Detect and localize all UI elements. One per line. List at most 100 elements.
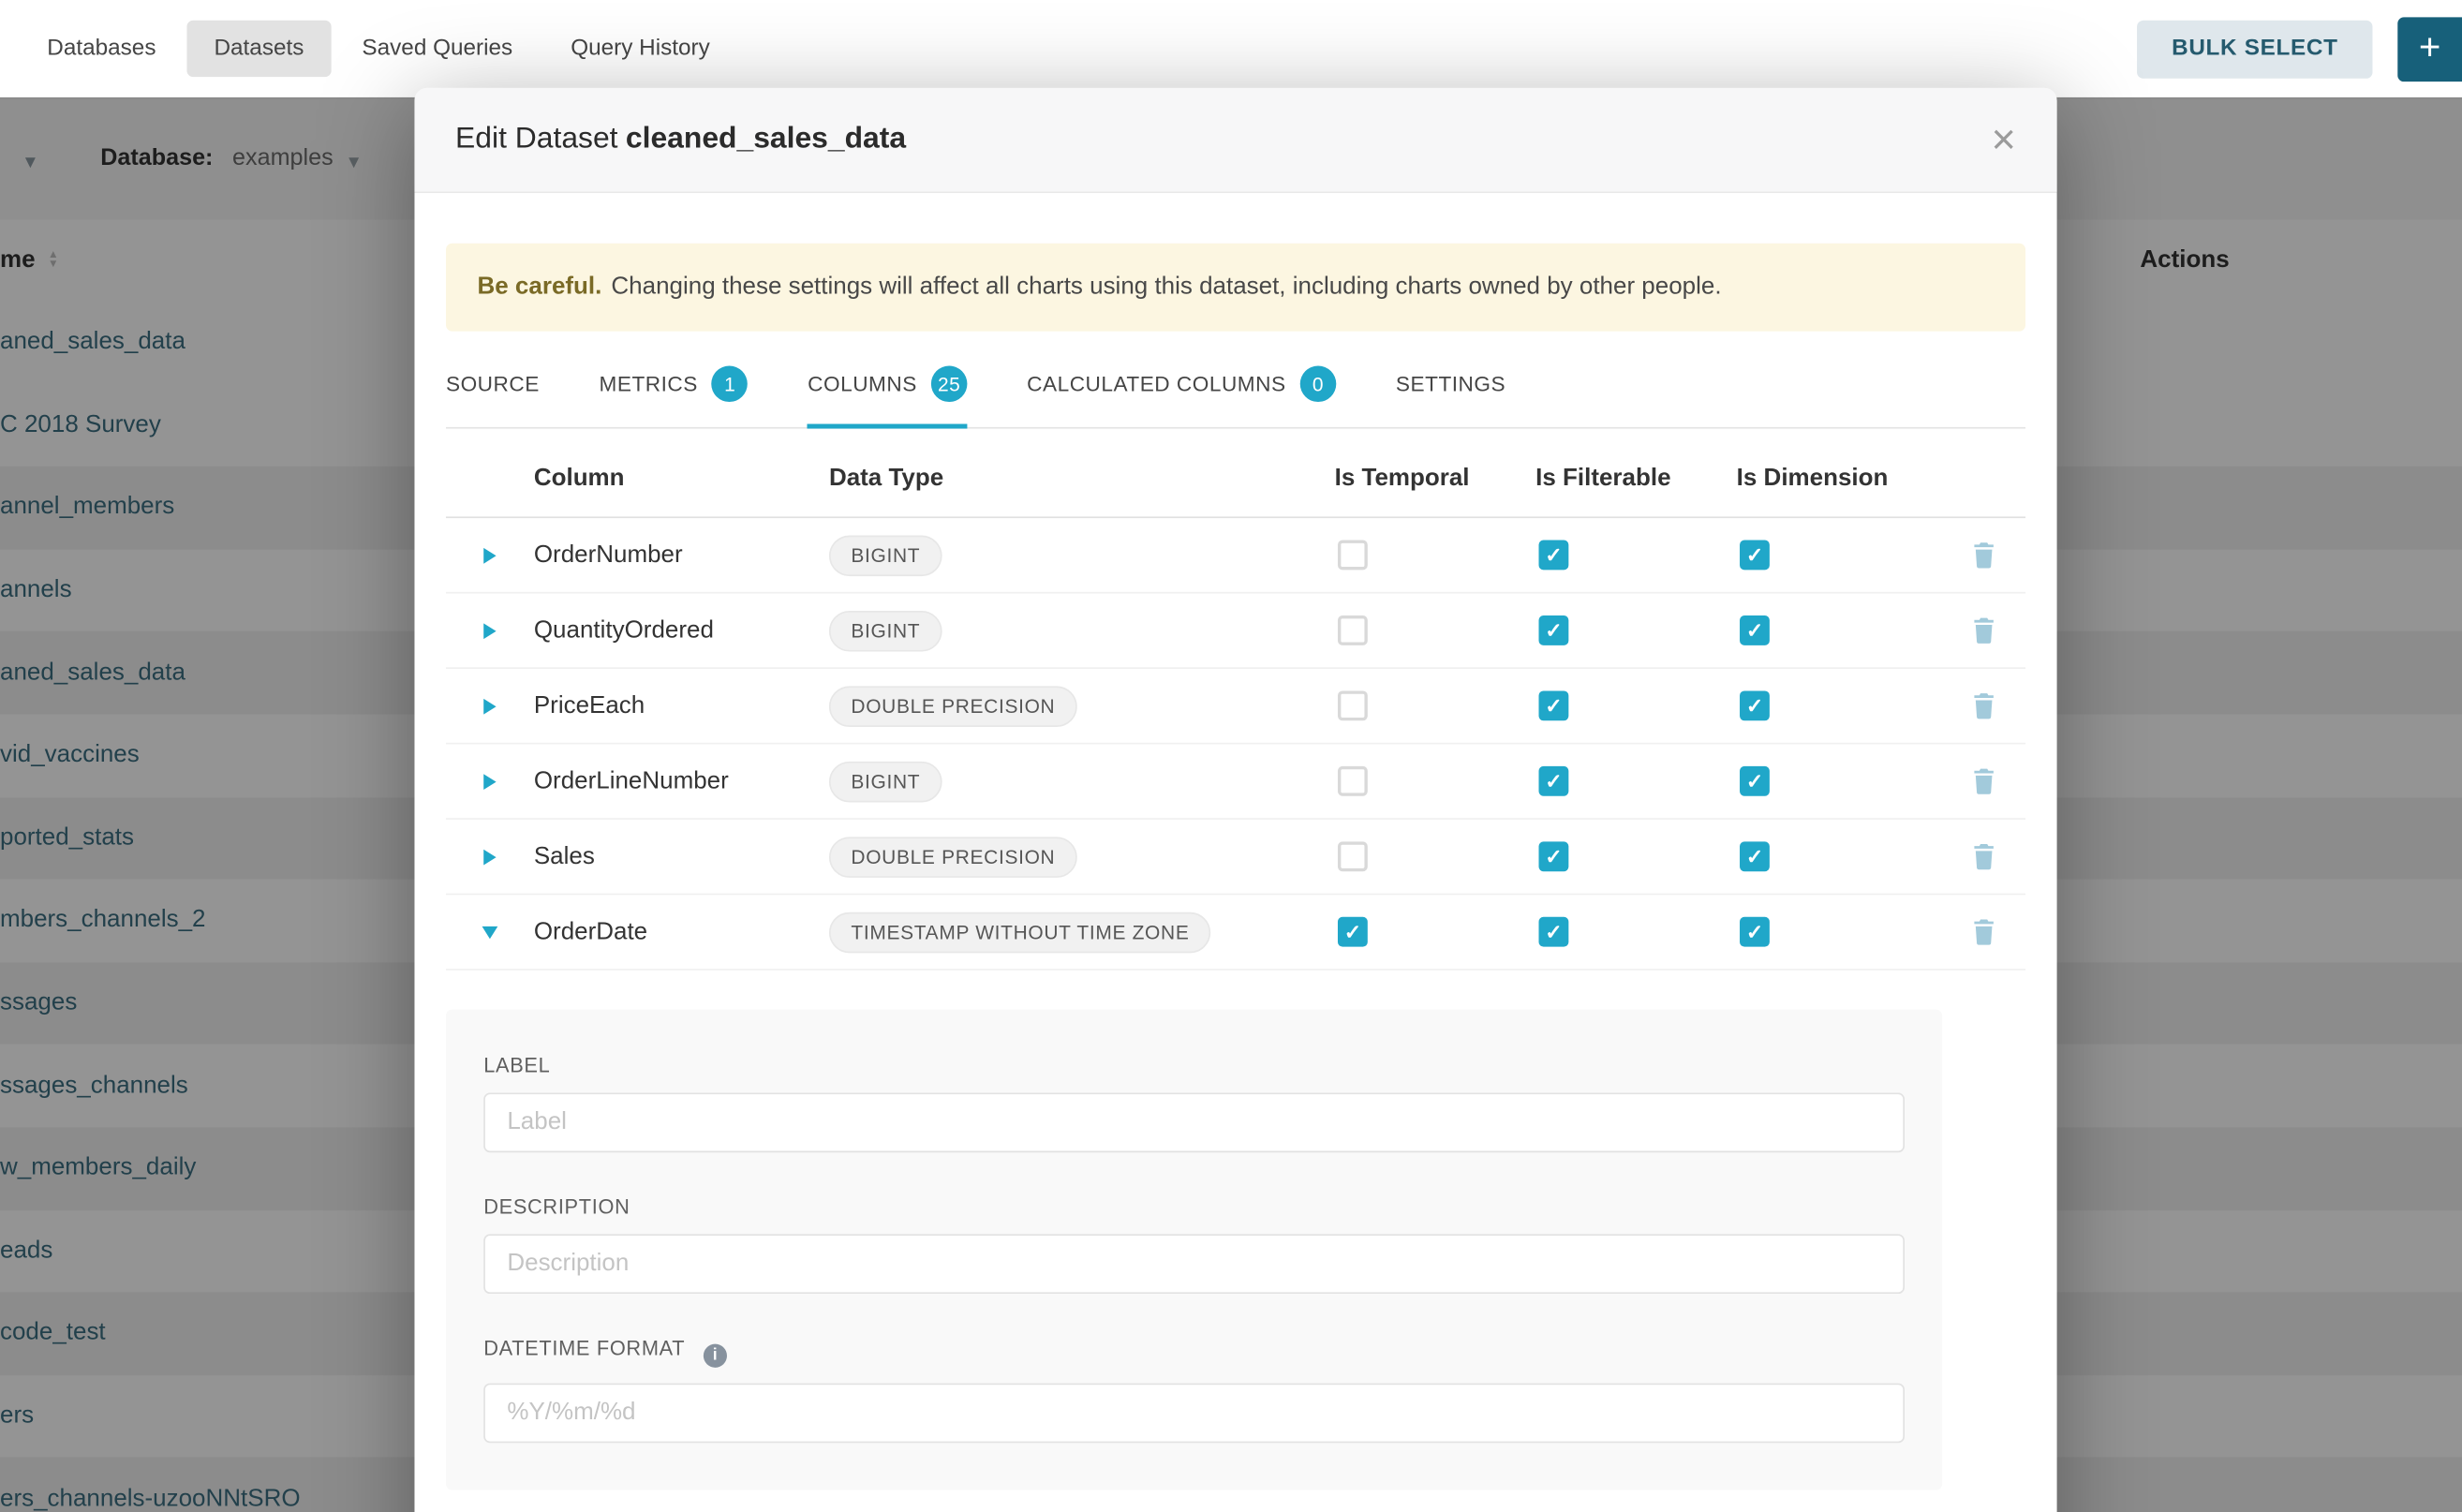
trash-icon[interactable]: [1941, 843, 2026, 869]
is-dimension-checkbox[interactable]: ✓: [1740, 690, 1770, 720]
is-temporal-checkbox[interactable]: [1338, 690, 1368, 720]
is-filterable-checkbox[interactable]: ✓: [1538, 615, 1568, 645]
modal-title-dataset-name: cleaned_sales_data: [626, 123, 906, 156]
close-icon[interactable]: ×: [1992, 119, 2016, 161]
expand-caret-icon[interactable]: [483, 773, 496, 789]
data-type-pill: DOUBLE PRECISION: [829, 836, 1077, 877]
plus-icon: +: [2419, 30, 2440, 67]
expand-caret-icon[interactable]: [483, 849, 496, 865]
trash-icon[interactable]: [1941, 692, 2026, 719]
label-field-group: LABEL: [483, 1054, 1905, 1153]
column-name: PriceEach: [534, 691, 829, 719]
add-dataset-button[interactable]: +: [2397, 17, 2462, 82]
modal-tabs: SOURCE METRICS 1 COLUMNS 25 CALCULATED COLUMN…: [446, 332, 2025, 429]
datetime-format-input[interactable]: [483, 1383, 1905, 1443]
trash-icon[interactable]: [1941, 617, 2026, 644]
data-type-pill: BIGINT: [829, 610, 942, 651]
is-temporal-checkbox[interactable]: [1338, 615, 1368, 645]
tab-label: COLUMNS: [808, 372, 917, 395]
expand-caret-icon[interactable]: [483, 623, 496, 639]
description-field-group: DESCRIPTION: [483, 1194, 1905, 1294]
warning-banner-text: Changing these settings will affect all …: [611, 274, 1721, 302]
column-name: OrderNumber: [534, 541, 829, 569]
edit-dataset-modal: Edit Dataset cleaned_sales_data × Be care…: [414, 88, 2056, 1512]
label-input[interactable]: [483, 1093, 1905, 1153]
tab-calculated-columns[interactable]: CALCULATED COLUMNS0: [1027, 366, 1336, 429]
header-is-temporal: Is Temporal: [1335, 465, 1536, 493]
tab-source[interactable]: SOURCE: [446, 366, 540, 429]
column-name: QuantityOrdered: [534, 616, 829, 645]
tab-metrics[interactable]: METRICS 1: [600, 366, 749, 429]
modal-title: Edit Dataset cleaned_sales_data: [455, 123, 906, 157]
is-dimension-checkbox[interactable]: ✓: [1740, 541, 1770, 571]
column-row-orderdate: OrderDateTIMESTAMP WITHOUT TIME ZONE ✓ ✓ ✓: [446, 895, 2025, 970]
is-dimension-checkbox[interactable]: ✓: [1740, 766, 1770, 796]
tab-count-badge: 1: [712, 366, 749, 403]
column-row-orderlinenumber: OrderLineNumberBIGINT ✓ ✓: [446, 744, 2025, 819]
modal-body: Be careful. Changing these settings will…: [414, 244, 2056, 1490]
column-row-sales: SalesDOUBLE PRECISION ✓ ✓: [446, 820, 2025, 895]
data-type-pill: BIGINT: [829, 761, 942, 802]
nav-item-query-history[interactable]: Query History: [571, 21, 710, 77]
is-temporal-checkbox[interactable]: [1338, 841, 1368, 871]
tab-columns[interactable]: COLUMNS 25: [808, 366, 967, 429]
columns-table-header: Column Data Type Is Temporal Is Filterab…: [446, 441, 2025, 518]
datetime-format-field-group: DATETIME FORMAT i: [483, 1336, 1905, 1442]
datetime-format-label-text: DATETIME FORMAT: [483, 1336, 685, 1359]
is-filterable-checkbox[interactable]: ✓: [1538, 690, 1568, 720]
tab-label: SETTINGS: [1396, 372, 1505, 395]
column-name: Sales: [534, 842, 829, 870]
tab-count-badge: 0: [1300, 366, 1337, 403]
tab-settings[interactable]: SETTINGS: [1396, 366, 1505, 429]
description-field-label: DESCRIPTION: [483, 1194, 1905, 1218]
primary-nav: Databases Datasets Saved Queries Query Hist…: [0, 21, 710, 77]
trash-icon[interactable]: [1941, 768, 2026, 794]
nav-item-datasets[interactable]: Datasets: [187, 21, 331, 77]
data-type-pill: BIGINT: [829, 535, 942, 576]
modal-title-prefix: Edit Dataset: [455, 123, 617, 156]
trash-icon[interactable]: [1941, 918, 2026, 944]
is-filterable-checkbox[interactable]: ✓: [1538, 917, 1568, 947]
is-dimension-checkbox[interactable]: ✓: [1740, 841, 1770, 871]
is-filterable-checkbox[interactable]: ✓: [1538, 841, 1568, 871]
collapse-caret-icon[interactable]: [482, 926, 498, 938]
expand-caret-icon[interactable]: [483, 698, 496, 714]
app-root: Databases Datasets Saved Queries Query Hist…: [0, 0, 2462, 1512]
tab-label: SOURCE: [446, 372, 540, 395]
column-row-quantityordered: QuantityOrderedBIGINT ✓ ✓: [446, 594, 2025, 669]
columns-table-body: OrderNumberBIGINT✓✓QuantityOrderedBIGINT…: [446, 518, 2025, 971]
header-is-dimension: Is Dimension: [1737, 465, 1941, 493]
bulk-select-button[interactable]: BULK SELECT: [2137, 20, 2372, 78]
is-filterable-checkbox[interactable]: ✓: [1538, 766, 1568, 796]
top-navbar: Databases Datasets Saved Queries Query Hist…: [0, 0, 2462, 99]
warning-banner-bold: Be careful.: [478, 274, 602, 302]
header-is-filterable: Is Filterable: [1535, 465, 1737, 493]
is-filterable-checkbox[interactable]: ✓: [1538, 541, 1568, 571]
header-column: Column: [534, 465, 829, 493]
tab-count-badge: 25: [931, 366, 968, 403]
data-type-pill: DOUBLE PRECISION: [829, 686, 1077, 727]
column-row-ordernumber: OrderNumberBIGINT ✓ ✓: [446, 518, 2025, 593]
is-temporal-checkbox[interactable]: [1338, 766, 1368, 796]
expand-caret-icon[interactable]: [483, 547, 496, 563]
header-data-type: Data Type: [829, 465, 1335, 493]
modal-header: Edit Dataset cleaned_sales_data ×: [414, 88, 2056, 193]
column-detail-panel: LABEL DESCRIPTION DATETIME FORMAT i: [446, 1010, 1942, 1490]
description-input[interactable]: [483, 1234, 1905, 1294]
data-type-pill: TIMESTAMP WITHOUT TIME ZONE: [829, 912, 1211, 953]
info-icon[interactable]: i: [704, 1343, 727, 1367]
nav-item-saved-queries[interactable]: Saved Queries: [362, 21, 512, 77]
is-dimension-checkbox[interactable]: ✓: [1740, 615, 1770, 645]
column-name: OrderLineNumber: [534, 767, 829, 795]
is-dimension-checkbox[interactable]: ✓: [1740, 917, 1770, 947]
is-temporal-checkbox[interactable]: ✓: [1338, 917, 1368, 947]
column-name: OrderDate: [534, 918, 829, 946]
tab-label: METRICS: [600, 372, 698, 395]
datetime-format-field-label: DATETIME FORMAT i: [483, 1336, 1905, 1367]
trash-icon[interactable]: [1941, 541, 2026, 568]
navbar-actions: BULK SELECT +: [2137, 17, 2462, 82]
is-temporal-checkbox[interactable]: [1338, 541, 1368, 571]
nav-item-databases[interactable]: Databases: [47, 21, 156, 77]
label-field-label: LABEL: [483, 1054, 1905, 1077]
warning-banner: Be careful. Changing these settings will…: [446, 244, 2025, 332]
